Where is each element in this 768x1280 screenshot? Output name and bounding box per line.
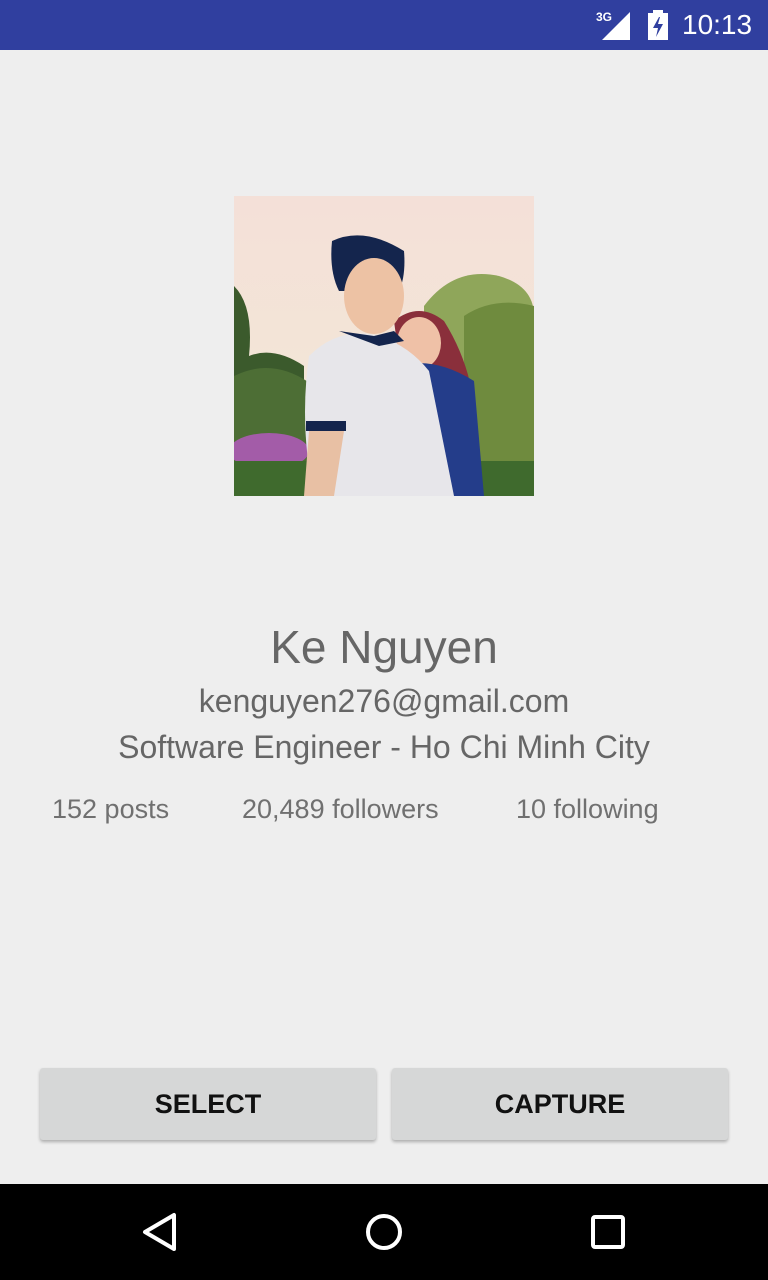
status-bar: 3G 10:13 [0,0,768,50]
stat-following[interactable]: 10 following [516,794,659,825]
select-button[interactable]: SELECT [40,1068,376,1140]
capture-button[interactable]: CAPTURE [392,1068,728,1140]
profile-title: Software Engineer - Ho Chi Minh City [118,729,650,765]
recents-square-icon[interactable] [588,1212,628,1252]
stat-followers[interactable]: 20,489 followers [242,794,439,825]
battery-charging-icon [648,10,668,40]
stat-posts[interactable]: 152 posts [52,794,169,825]
profile-name: Ke Nguyen [270,621,498,673]
clock: 10:13 [682,9,753,40]
navigation-bar [0,1184,768,1280]
home-circle-icon[interactable] [364,1212,404,1252]
signal-icon [602,12,630,40]
back-triangle-icon[interactable] [140,1212,180,1252]
profile-email: kenguyen276@gmail.com [198,683,570,719]
profile-photo[interactable] [234,196,534,496]
